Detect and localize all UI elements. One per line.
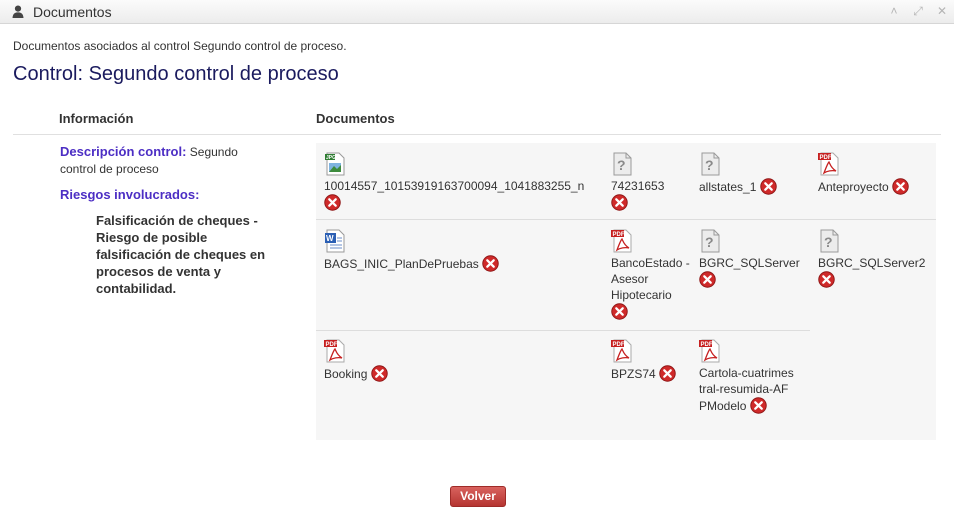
pdf-file-icon — [324, 339, 346, 363]
document-name[interactable]: BancoEstado - Asesor Hipotecario — [611, 256, 690, 302]
document-item[interactable]: Anteproyecto — [818, 152, 930, 195]
column-header-info: Información — [59, 111, 134, 126]
document-item[interactable]: allstates_1 — [699, 152, 809, 195]
document-item[interactable]: 10014557_10153919163700094_1041883255_n — [324, 152, 604, 211]
delete-icon[interactable] — [482, 255, 499, 272]
user-icon — [12, 5, 24, 18]
document-item[interactable]: BAGS_INIC_PlanDePruebas — [324, 229, 604, 272]
delete-icon[interactable] — [818, 271, 835, 288]
delete-icon[interactable] — [760, 178, 777, 195]
unknown-file-icon — [611, 152, 633, 176]
risks-label: Riesgos involucrados: — [60, 187, 200, 202]
word-file-icon — [324, 229, 346, 253]
delete-icon[interactable] — [699, 271, 716, 288]
control-info: Descripción control: Segundo control de … — [60, 143, 275, 297]
row-divider — [316, 330, 810, 331]
row-divider — [316, 219, 936, 220]
documents-grid: 10014557_10153919163700094_1041883255_n … — [316, 143, 936, 440]
document-item[interactable]: Booking — [324, 339, 604, 382]
jpg-file-icon — [324, 152, 346, 176]
column-header-docs: Documentos — [316, 111, 395, 126]
risk-item: Falsificación de cheques - Riesgo de pos… — [96, 213, 266, 296]
document-name[interactable]: Anteproyecto — [818, 180, 889, 194]
document-name[interactable]: Cartola-cuatrimestral-resumida-AFPModelo — [699, 366, 794, 413]
document-name[interactable]: 74231653 — [611, 179, 664, 193]
delete-icon[interactable] — [750, 397, 767, 414]
header-divider — [13, 134, 941, 135]
delete-icon[interactable] — [324, 194, 341, 211]
document-item[interactable]: BGRC_SQLServer2 — [818, 229, 934, 288]
pdf-file-icon — [699, 339, 721, 363]
delete-icon[interactable] — [371, 365, 388, 382]
delete-icon[interactable] — [659, 365, 676, 382]
close-icon[interactable]: ✕ — [934, 3, 950, 19]
page-title: Control: Segundo control de proceso — [13, 63, 339, 85]
description-label: Descripción control: — [60, 144, 187, 159]
document-item[interactable]: Cartola-cuatrimestral-resumida-AFPModelo — [699, 339, 794, 414]
document-item[interactable]: BancoEstado - Asesor Hipotecario — [611, 229, 691, 320]
document-name[interactable]: BAGS_INIC_PlanDePruebas — [324, 257, 479, 271]
unknown-file-icon — [818, 229, 840, 253]
unknown-file-icon — [699, 229, 721, 253]
document-name[interactable]: BGRC_SQLServer2 — [818, 256, 925, 270]
pdf-file-icon — [611, 229, 633, 253]
document-item[interactable]: BPZS74 — [611, 339, 691, 382]
volver-button[interactable]: Volver — [450, 486, 506, 507]
expand-icon[interactable]: ⤢ — [910, 3, 926, 19]
document-name[interactable]: allstates_1 — [699, 180, 756, 194]
document-name[interactable]: BGRC_SQLServer — [699, 256, 800, 270]
delete-icon[interactable] — [892, 178, 909, 195]
document-name[interactable]: 10014557_10153919163700094_1041883255_n — [324, 179, 584, 193]
page-subtitle: Documentos asociados al control Segundo … — [13, 39, 347, 53]
collapse-icon[interactable]: ˄ — [886, 3, 902, 19]
delete-icon[interactable] — [611, 303, 628, 320]
document-item[interactable]: 74231653 — [611, 152, 691, 211]
control-description: Descripción control: Segundo control de … — [60, 143, 275, 178]
document-name[interactable]: BPZS74 — [611, 367, 656, 381]
document-item[interactable]: BGRC_SQLServer — [699, 229, 811, 288]
delete-icon[interactable] — [611, 194, 628, 211]
window-title: Documentos — [33, 4, 112, 20]
unknown-file-icon — [699, 152, 721, 176]
pdf-file-icon — [818, 152, 840, 176]
pdf-file-icon — [611, 339, 633, 363]
document-name[interactable]: Booking — [324, 367, 367, 381]
window-titlebar: Documentos ˄ ⤢ ✕ — [0, 0, 954, 24]
